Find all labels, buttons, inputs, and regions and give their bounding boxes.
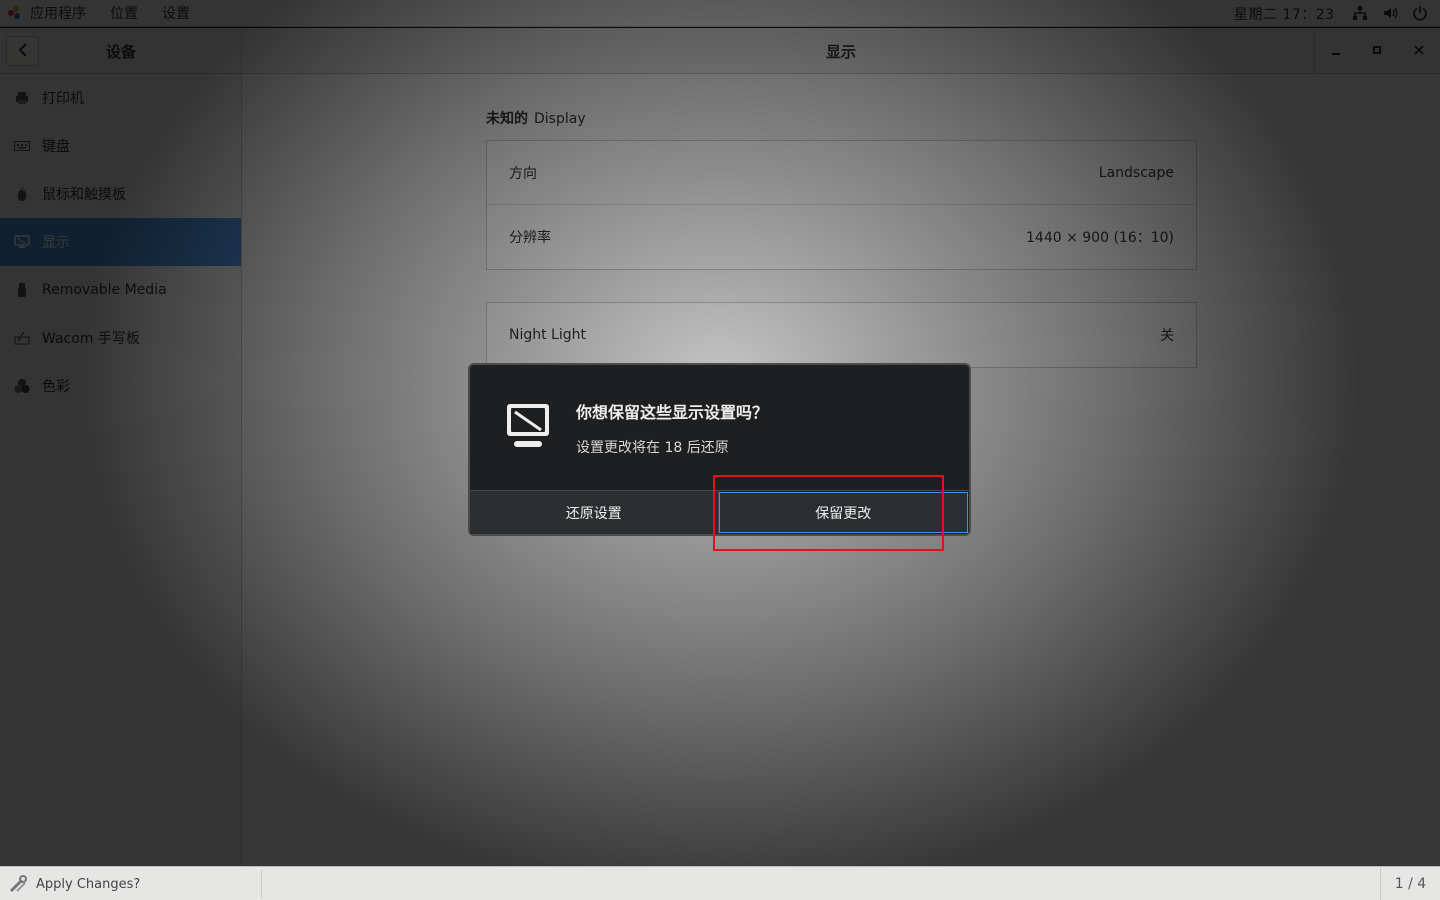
settings-tools-icon [8,874,28,894]
page-title: 显示 [825,43,856,61]
minimize-icon[interactable] [1331,44,1341,59]
sidebar-item-label: 键盘 [42,139,70,155]
sidebar-item-keyboard[interactable]: 键盘 [0,122,241,170]
sidebar-item-label: 鼠标和触摸板 [42,187,126,203]
header-bar: 设备 显示 [0,28,1440,74]
night-light-row[interactable]: Night Light 关 [487,303,1196,367]
system-tray[interactable] [1350,3,1430,23]
sidebar-item-label: 显示 [42,235,70,251]
keyboard-icon [14,138,30,154]
taskbar-item[interactable]: Apply Changes? [2,870,262,898]
orientation-value: Landscape [1098,164,1174,181]
network-icon[interactable] [1350,3,1370,23]
usb-icon [14,282,30,298]
close-icon[interactable] [1414,44,1424,59]
places-menu[interactable]: 位置 [110,3,138,23]
color-icon [14,378,30,394]
resolution-value: 1440 × 900 (16：10) [1026,230,1174,246]
sidebar-item-color[interactable]: 色彩 [0,362,241,410]
volume-icon[interactable] [1380,3,1400,23]
display-icon [14,234,30,250]
sidebar: 打印机 键盘 鼠标和触摸板 显示 Removable Media Wacom 手… [0,74,242,866]
sidebar-item-printers[interactable]: 打印机 [0,74,241,122]
power-icon[interactable] [1410,3,1430,23]
taskbar: Apply Changes? 1 / 4 [0,866,1440,900]
maximize-icon[interactable] [1372,44,1382,59]
mouse-icon [14,186,30,202]
printer-icon [14,90,30,106]
display-group-label: 未知的 Display [486,108,586,128]
orientation-label: 方向 [509,165,537,182]
night-light-list: Night Light 关 [486,302,1197,368]
display-settings-list: 方向 Landscape 分辨率 1440 × 900 (16：10) [486,140,1197,270]
night-light-label: Night Light [509,327,586,343]
dialog-title: 你想保留这些显示设置吗？ [576,403,769,422]
orientation-row[interactable]: 方向 Landscape [487,141,1196,205]
revert-settings-button[interactable]: 还原设置 [470,491,719,534]
gnome-foot-icon[interactable] [8,6,22,20]
display-name-en: Display [534,111,586,127]
clock[interactable]: 星期二 17：23 [1234,4,1335,24]
sidebar-item-label: 打印机 [42,91,84,107]
dialog-buttons: 还原设置 保留更改 [470,490,969,534]
sidebar-header: 设备 [0,28,242,74]
top-bar: 应用程序 位置 设置 星期二 17：23 [0,0,1440,27]
settings-menu[interactable]: 设置 [162,3,190,23]
sidebar-item-label: Wacom 手写板 [42,331,140,347]
sidebar-item-label: 色彩 [42,379,70,395]
taskbar-item-label: Apply Changes? [36,876,141,892]
workspace-indicator[interactable]: 1 / 4 [1380,868,1440,900]
dialog-subtitle: 设置更改将在 18 后还原 [576,440,729,456]
sidebar-item-wacom[interactable]: Wacom 手写板 [0,314,241,362]
display-settings-icon [506,403,550,449]
applications-menu[interactable]: 应用程序 [30,3,86,23]
window-controls [1314,28,1440,74]
resolution-label: 分辨率 [509,230,551,246]
sidebar-item-removable-media[interactable]: Removable Media [0,266,241,314]
display-name-label: 未知的 [486,111,528,127]
resolution-row[interactable]: 分辨率 1440 × 900 (16：10) [487,205,1196,269]
keep-changes-button[interactable]: 保留更改 [718,492,968,533]
tablet-icon [14,330,30,346]
confirm-display-dialog: 你想保留这些显示设置吗？ 设置更改将在 18 后还原 还原设置 保留更改 [468,363,971,536]
sidebar-item-mouse[interactable]: 鼠标和触摸板 [0,170,241,218]
sidebar-item-display[interactable]: 显示 [0,218,241,266]
night-light-value: 关 [1160,328,1174,344]
sidebar-item-label: Removable Media [42,282,167,298]
sidebar-title: 设备 [105,43,136,61]
